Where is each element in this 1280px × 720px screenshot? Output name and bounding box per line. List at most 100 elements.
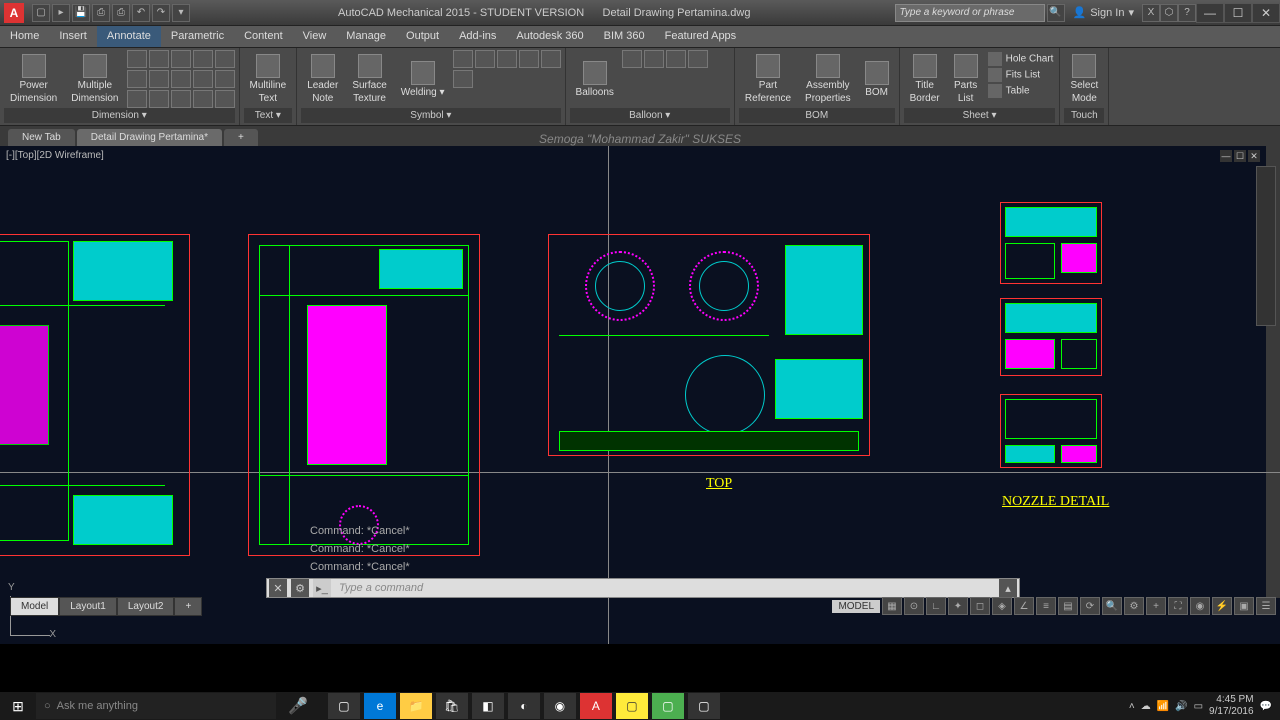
drawing-sheet-1[interactable]	[0, 234, 190, 556]
ribbon-multiline-text[interactable]: MultilineText	[244, 50, 293, 108]
help-search-input[interactable]: Type a keyword or phrase	[895, 4, 1045, 22]
drawing-viewport[interactable]: [-][Top][2D Wireframe] — ☐ ✕	[0, 146, 1280, 644]
ribbon-small-btn[interactable]	[215, 90, 235, 108]
ribbon-title-border[interactable]: TitleBorder	[904, 50, 946, 108]
menu-featured-apps[interactable]: Featured Apps	[655, 26, 747, 47]
sb-max-icon[interactable]: ⛶	[1168, 597, 1188, 615]
sb-settings-icon[interactable]: ⚙	[1124, 597, 1144, 615]
panel-title[interactable]: Symbol ▾	[301, 108, 560, 123]
tray-volume-icon[interactable]: 🔊	[1175, 701, 1187, 712]
viewport-label[interactable]: [-][Top][2D Wireframe]	[6, 150, 104, 161]
command-line[interactable]: ✕ ⚙ ▸_ Type a command ▴	[266, 578, 1020, 598]
notes-icon[interactable]: ▢	[616, 693, 648, 719]
ribbon-parts-list[interactable]: PartsList	[948, 50, 984, 108]
navigation-bar[interactable]	[1256, 166, 1276, 326]
layout-tab-layout2[interactable]: Layout2	[117, 597, 175, 616]
signin-dropdown-icon[interactable]: ▾	[1128, 6, 1134, 19]
vp-max-icon[interactable]: ☐	[1234, 150, 1246, 162]
mic-icon[interactable]: 🎤	[288, 696, 308, 716]
ribbon-small-btn[interactable]	[497, 50, 517, 68]
panel-title[interactable]: BOM	[739, 108, 895, 123]
vp-min-icon[interactable]: —	[1220, 150, 1232, 162]
sb-3dosnap-icon[interactable]: ◈	[992, 597, 1012, 615]
ribbon-small-btn[interactable]	[193, 50, 213, 68]
minimize-button[interactable]: —	[1196, 3, 1224, 23]
close-button[interactable]: ✕	[1252, 3, 1280, 23]
qat-redo-icon[interactable]: ↷	[152, 4, 170, 22]
cmd-close-icon[interactable]: ✕	[269, 579, 287, 597]
sb-osnap-icon[interactable]: ◻	[970, 597, 990, 615]
qat-undo-icon[interactable]: ↶	[132, 4, 150, 22]
sb-annoscale-icon[interactable]: 🔍	[1102, 597, 1122, 615]
tray-battery-icon[interactable]: ▭	[1194, 701, 1203, 712]
ribbon-small-btn[interactable]	[453, 70, 473, 88]
ribbon-small-btn[interactable]	[215, 70, 235, 88]
ribbon-small-btn[interactable]	[171, 70, 191, 88]
clock[interactable]: 4:45 PM 9/17/2016	[1209, 694, 1254, 718]
task-view-icon[interactable]: ▢	[328, 693, 360, 719]
autocad-icon[interactable]: A	[580, 693, 612, 719]
menu-content[interactable]: Content	[234, 26, 293, 47]
sb-snap-icon[interactable]: ⊙	[904, 597, 924, 615]
menu-autodesk-360[interactable]: Autodesk 360	[506, 26, 593, 47]
edge-icon[interactable]: e	[364, 693, 396, 719]
sb-clean-icon[interactable]: ▣	[1234, 597, 1254, 615]
app4-icon[interactable]: ▢	[688, 693, 720, 719]
ribbon-power-dimension[interactable]: PowerDimension	[4, 50, 63, 108]
ribbon-table[interactable]: Table	[988, 84, 1054, 98]
sb-ortho-icon[interactable]: ∟	[926, 597, 946, 615]
app2-icon[interactable]: ◐	[508, 693, 540, 719]
command-input[interactable]: Type a command	[333, 582, 997, 594]
ribbon-part-reference[interactable]: PartReference	[739, 50, 797, 108]
thumb-1[interactable]	[1000, 202, 1102, 284]
panel-title[interactable]: Sheet ▾	[904, 108, 1056, 123]
ribbon-small-btn[interactable]	[171, 50, 191, 68]
sb-transparency-icon[interactable]: ▤	[1058, 597, 1078, 615]
search-go-icon[interactable]: 🔍	[1047, 4, 1065, 22]
ribbon-surface-texture[interactable]: SurfaceTexture	[346, 50, 392, 108]
ribbon-small-btn[interactable]	[215, 50, 235, 68]
notifications-icon[interactable]: 💬	[1260, 701, 1272, 712]
menu-annotate[interactable]: Annotate	[97, 26, 161, 47]
maximize-button[interactable]: ☐	[1224, 3, 1252, 23]
menu-output[interactable]: Output	[396, 26, 449, 47]
ribbon-fits-list[interactable]: Fits List	[988, 68, 1054, 82]
file-tab[interactable]: New Tab	[8, 129, 75, 146]
ribbon-leader-note[interactable]: LeaderNote	[301, 50, 344, 108]
sb-hardware-icon[interactable]: ⚡	[1212, 597, 1232, 615]
sb-otrack-icon[interactable]: ∠	[1014, 597, 1034, 615]
chrome-icon[interactable]: ◉	[544, 693, 576, 719]
ribbon-small-btn[interactable]	[127, 90, 147, 108]
layout-tab-layout1[interactable]: Layout1	[59, 597, 117, 616]
tray-onedrive-icon[interactable]: ☁	[1141, 701, 1151, 712]
layout-tab-model[interactable]: Model	[10, 597, 59, 616]
ribbon-small-btn[interactable]	[149, 90, 169, 108]
menu-view[interactable]: View	[293, 26, 337, 47]
ribbon-small-btn[interactable]	[127, 70, 147, 88]
ribbon-small-btn[interactable]	[688, 50, 708, 68]
ribbon-small-btn[interactable]	[475, 50, 495, 68]
status-model[interactable]: MODEL	[832, 600, 880, 613]
ribbon-small-btn[interactable]	[519, 50, 539, 68]
tray-network-icon[interactable]: 📶	[1157, 701, 1169, 712]
sb-custom-icon[interactable]: ☰	[1256, 597, 1276, 615]
sb-add-icon[interactable]: +	[1146, 597, 1166, 615]
panel-title[interactable]: Text ▾	[244, 108, 293, 123]
ribbon-small-btn[interactable]	[193, 90, 213, 108]
sb-cycling-icon[interactable]: ⟳	[1080, 597, 1100, 615]
ribbon-small-btn[interactable]	[644, 50, 664, 68]
vp-close-icon[interactable]: ✕	[1248, 150, 1260, 162]
qat-save-icon[interactable]: 💾	[72, 4, 90, 22]
exchange-icon[interactable]: X	[1142, 4, 1160, 22]
app-menu-icon[interactable]: A	[4, 3, 24, 23]
sb-grid-icon[interactable]: ▦	[882, 597, 902, 615]
ribbon-small-btn[interactable]	[666, 50, 686, 68]
app3-icon[interactable]: ▢	[652, 693, 684, 719]
panel-title[interactable]: Touch	[1064, 108, 1104, 123]
thumb-2[interactable]	[1000, 298, 1102, 376]
ribbon-small-btn[interactable]	[193, 70, 213, 88]
cortana-search[interactable]: ○ Ask me anything	[36, 693, 276, 719]
ribbon-assembly-properties[interactable]: AssemblyProperties	[799, 50, 857, 108]
qat-new-icon[interactable]: ▢	[32, 4, 50, 22]
sb-lineweight-icon[interactable]: ≡	[1036, 597, 1056, 615]
